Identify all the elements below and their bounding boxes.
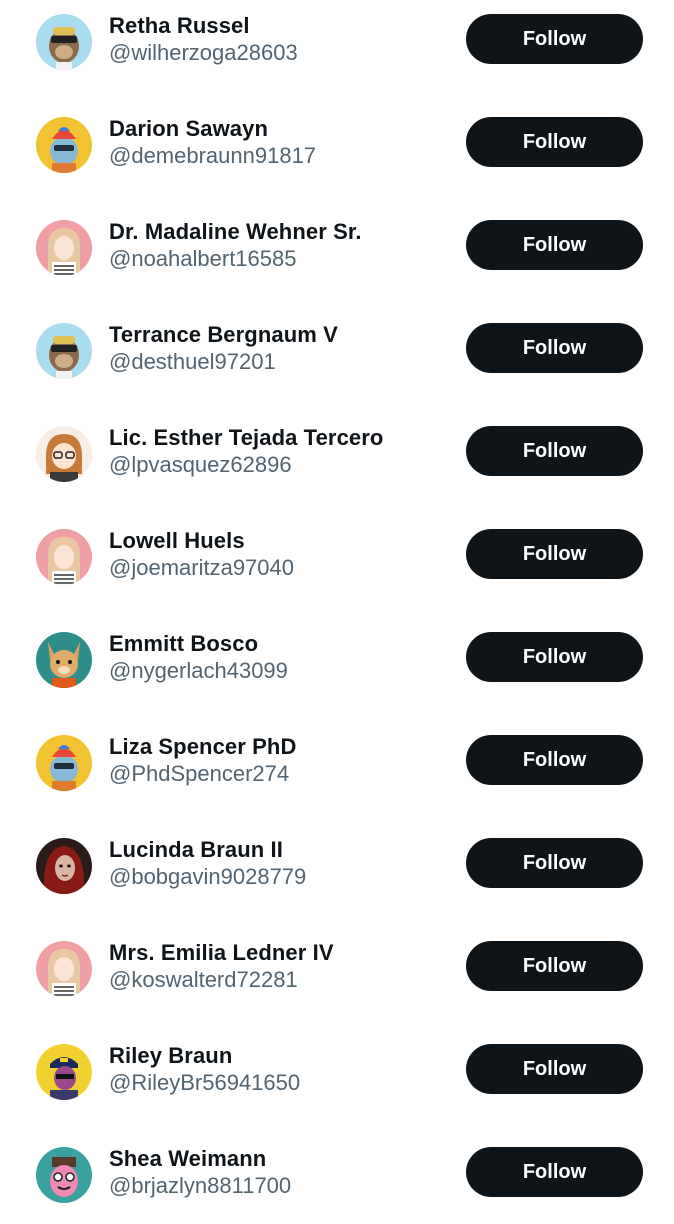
avatar[interactable] [36, 735, 92, 791]
avatar[interactable] [36, 426, 92, 482]
list-item[interactable]: Lucinda Braun II @bobgavin9028779 Follow [0, 812, 674, 915]
user-name[interactable]: Riley Braun [109, 1043, 232, 1069]
anime-girl-avatar-icon [36, 941, 92, 997]
avatar[interactable] [36, 14, 92, 70]
user-handle[interactable]: @demebraunn91817 [109, 143, 316, 169]
follow-button[interactable]: Follow [466, 1147, 643, 1197]
avatar[interactable] [36, 1044, 92, 1100]
user-handle[interactable]: @joemaritza97040 [109, 555, 294, 581]
ape-avatar-icon [36, 14, 92, 70]
avatar[interactable] [36, 1147, 92, 1203]
follow-button[interactable]: Follow [466, 838, 643, 888]
user-handle[interactable]: @brjazlyn8811700 [109, 1173, 291, 1199]
list-item[interactable]: Riley Braun @RileyBr56941650 Follow [0, 1018, 674, 1121]
punk-avatar-icon [36, 735, 92, 791]
avatar[interactable] [36, 632, 92, 688]
user-handle[interactable]: @wilherzoga28603 [109, 40, 298, 66]
list-item[interactable]: Emmitt Bosco @nygerlach43099 Follow [0, 606, 674, 709]
list-item[interactable]: Mrs. Emilia Ledner IV @koswalterd72281 F… [0, 915, 674, 1018]
follow-button[interactable]: Follow [466, 220, 643, 270]
ape-avatar-icon [36, 323, 92, 379]
follow-button[interactable]: Follow [466, 1044, 643, 1094]
pink-character-avatar-icon [36, 1147, 92, 1203]
avatar[interactable] [36, 529, 92, 585]
list-item[interactable]: Liza Spencer PhD @PhdSpencer274 Follow [0, 709, 674, 812]
cartoon-girl-avatar-icon [36, 426, 92, 482]
avatar[interactable] [36, 323, 92, 379]
user-name[interactable]: Emmitt Bosco [109, 631, 258, 657]
list-item[interactable]: Shea Weimann @brjazlyn8811700 Follow [0, 1121, 674, 1224]
user-name[interactable]: Lucinda Braun II [109, 837, 283, 863]
user-name[interactable]: Lic. Esther Tejada Tercero [109, 425, 383, 451]
list-item[interactable]: Lowell Huels @joemaritza97040 Follow [0, 503, 674, 606]
user-handle[interactable]: @RileyBr56941650 [109, 1070, 300, 1096]
user-name[interactable]: Darion Sawayn [109, 116, 268, 142]
user-handle[interactable]: @noahalbert16585 [109, 246, 296, 272]
follow-button[interactable]: Follow [466, 426, 643, 476]
user-handle[interactable]: @koswalterd72281 [109, 967, 298, 993]
user-name[interactable]: Dr. Madaline Wehner Sr. [109, 219, 362, 245]
avatar[interactable] [36, 220, 92, 276]
list-item[interactable]: Darion Sawayn @demebraunn91817 Follow [0, 91, 674, 194]
user-name[interactable]: Liza Spencer PhD [109, 734, 296, 760]
user-handle[interactable]: @nygerlach43099 [109, 658, 288, 684]
user-handle[interactable]: @desthuel97201 [109, 349, 276, 375]
user-name[interactable]: Mrs. Emilia Ledner IV [109, 940, 334, 966]
follow-button[interactable]: Follow [466, 632, 643, 682]
who-to-follow-list: Retha Russel @wilherzoga28603 Follow Dar… [0, 0, 674, 1224]
user-handle[interactable]: @bobgavin9028779 [109, 864, 306, 890]
anime-girl-avatar-icon [36, 220, 92, 276]
punk-avatar-icon [36, 117, 92, 173]
follow-button[interactable]: Follow [466, 323, 643, 373]
user-name[interactable]: Terrance Bergnaum V [109, 322, 338, 348]
list-item[interactable]: Lic. Esther Tejada Tercero @lpvasquez628… [0, 400, 674, 503]
follow-button[interactable]: Follow [466, 14, 643, 64]
user-handle[interactable]: @PhdSpencer274 [109, 761, 289, 787]
user-name[interactable]: Retha Russel [109, 13, 250, 39]
follow-button[interactable]: Follow [466, 941, 643, 991]
captain-avatar-icon [36, 1044, 92, 1100]
follow-button[interactable]: Follow [466, 529, 643, 579]
user-name[interactable]: Shea Weimann [109, 1146, 266, 1172]
dark-portrait-avatar-icon [36, 838, 92, 894]
list-item[interactable]: Terrance Bergnaum V @desthuel97201 Follo… [0, 297, 674, 400]
avatar[interactable] [36, 838, 92, 894]
list-item[interactable]: Dr. Madaline Wehner Sr. @noahalbert16585… [0, 194, 674, 297]
dog-avatar-icon [36, 632, 92, 688]
user-name[interactable]: Lowell Huels [109, 528, 245, 554]
anime-girl-avatar-icon [36, 529, 92, 585]
follow-button[interactable]: Follow [466, 117, 643, 167]
avatar[interactable] [36, 117, 92, 173]
follow-button[interactable]: Follow [466, 735, 643, 785]
list-item[interactable]: Retha Russel @wilherzoga28603 Follow [0, 0, 674, 91]
user-handle[interactable]: @lpvasquez62896 [109, 452, 292, 478]
avatar[interactable] [36, 941, 92, 997]
